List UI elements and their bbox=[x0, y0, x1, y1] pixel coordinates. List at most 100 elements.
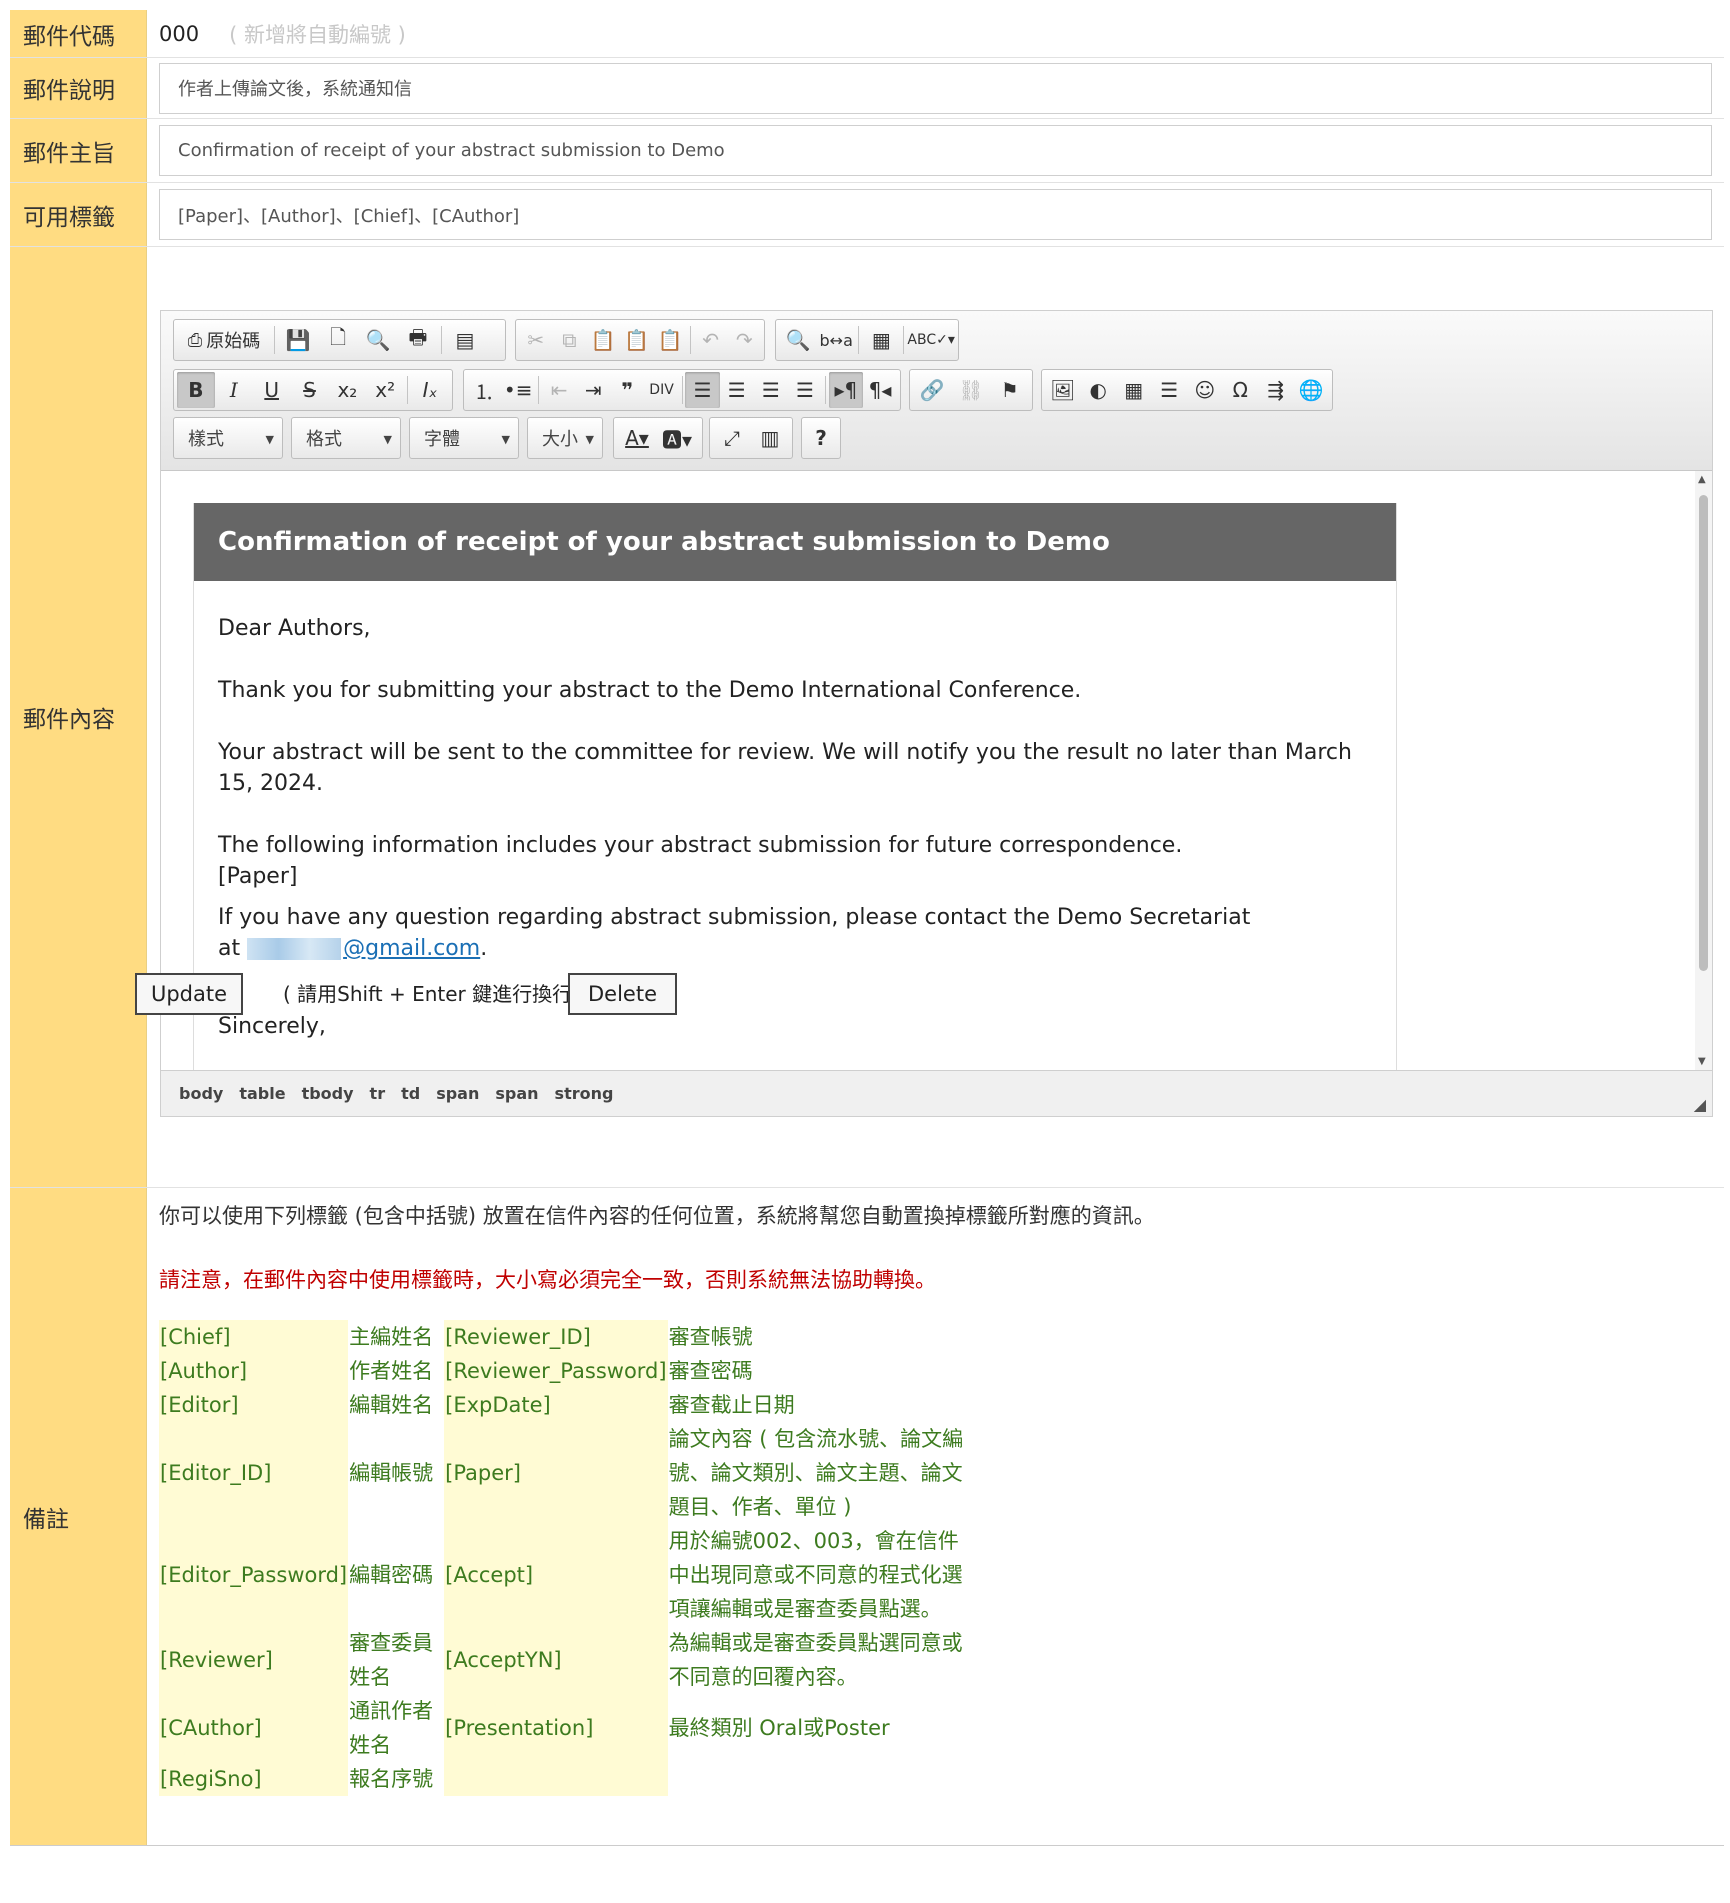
tag-key: [Editor_ID] bbox=[159, 1422, 349, 1524]
mail-subject-input[interactable]: Confirmation of receipt of your abstract… bbox=[159, 125, 1712, 176]
smiley-icon: ☺ bbox=[1194, 378, 1216, 402]
select-all-button[interactable]: ▦ bbox=[862, 322, 900, 358]
rtl-icon: ¶◂ bbox=[868, 378, 892, 402]
bulleted-list-button[interactable]: •≡ bbox=[501, 372, 535, 408]
superscript-button[interactable]: x² bbox=[366, 372, 404, 408]
scroll-up-icon[interactable]: ▲ bbox=[1698, 474, 1706, 485]
templates-button[interactable]: ▤ bbox=[445, 322, 485, 358]
image-button[interactable]: 🖼 bbox=[1045, 372, 1081, 408]
delete-button[interactable]: Delete bbox=[568, 973, 677, 1015]
indent-button[interactable]: ⇥ bbox=[576, 372, 610, 408]
undo-icon: ↶ bbox=[702, 328, 719, 352]
smiley-button[interactable]: ☺ bbox=[1187, 372, 1223, 408]
italic-button[interactable]: I bbox=[215, 372, 253, 408]
text-color-button[interactable]: A▾ bbox=[617, 420, 657, 456]
remove-format-button[interactable]: Iₓ bbox=[411, 372, 449, 408]
anchor-button[interactable]: ⚑ bbox=[990, 372, 1029, 408]
mail-greeting: Dear Authors, bbox=[218, 616, 371, 641]
create-div-button[interactable]: DIV bbox=[644, 372, 678, 408]
link-icon: 🔗 bbox=[919, 378, 945, 402]
chevron-down-icon: ▼ bbox=[501, 433, 510, 446]
editor-scrollbar[interactable]: ▲ ▼ bbox=[1695, 471, 1712, 1070]
secretariat-email-link[interactable]: @gmail.com bbox=[343, 936, 480, 961]
copy-button[interactable]: ⧉ bbox=[553, 322, 587, 358]
justify-button[interactable]: ☰ bbox=[788, 372, 822, 408]
redo-button[interactable]: ↷ bbox=[727, 322, 761, 358]
path-item-tbody[interactable]: tbody bbox=[302, 1084, 354, 1103]
rtl-button[interactable]: ¶◂ bbox=[863, 372, 897, 408]
bg-color-button[interactable]: 🅰▾ bbox=[657, 420, 697, 456]
scroll-down-icon[interactable]: ▼ bbox=[1698, 1056, 1706, 1067]
align-center-button[interactable]: ☰ bbox=[720, 372, 754, 408]
cut-button[interactable]: ✂ bbox=[519, 322, 553, 358]
tag-description: 編輯姓名 bbox=[349, 1393, 434, 1417]
strike-button[interactable]: S bbox=[291, 372, 329, 408]
select-all-icon: ▦ bbox=[871, 328, 891, 352]
size-dropdown[interactable]: 大小 ▼ bbox=[527, 417, 603, 459]
tag-description: 最終類別 Oral或Poster bbox=[668, 1716, 890, 1740]
source-button[interactable]: ⎙ 原始碼 bbox=[177, 322, 271, 358]
blockquote-button[interactable]: ❞ bbox=[610, 372, 644, 408]
path-item-table[interactable]: table bbox=[239, 1084, 285, 1103]
tag-row: [Editor_ID] 編輯帳號 [Paper] 論文內容 ( 包含流水號、論文編號、… bbox=[159, 1422, 966, 1524]
iframe-button[interactable]: 🌐 bbox=[1294, 372, 1330, 408]
print-button[interactable]: 🖶 bbox=[398, 322, 438, 358]
path-item-td[interactable]: td bbox=[401, 1084, 420, 1103]
maximize-button[interactable]: ⤢ bbox=[713, 420, 751, 456]
toolbar-group-links: 🔗 ⛓ ⚑ bbox=[909, 369, 1033, 411]
replace-button[interactable]: b↔a bbox=[817, 322, 855, 358]
resize-handle-icon[interactable]: ◢ bbox=[1694, 1095, 1706, 1114]
templates-icon: ▤ bbox=[455, 328, 475, 352]
numbered-list-icon: ⒈ bbox=[474, 379, 495, 404]
underline-button[interactable]: U bbox=[253, 372, 291, 408]
align-right-button[interactable]: ☰ bbox=[754, 372, 788, 408]
row-mail-description: 郵件說明 作者上傳論文後，系統通知信 bbox=[10, 58, 1724, 119]
path-item-span[interactable]: span bbox=[436, 1084, 479, 1103]
numbered-list-button[interactable]: ⒈ bbox=[467, 372, 501, 408]
show-blocks-button[interactable]: ▥ bbox=[751, 420, 789, 456]
save-button[interactable]: 💾 bbox=[278, 322, 318, 358]
outdent-button[interactable]: ⇤ bbox=[542, 372, 576, 408]
link-button[interactable]: 🔗 bbox=[913, 372, 952, 408]
align-right-icon: ☰ bbox=[761, 378, 780, 402]
show-blocks-icon: ▥ bbox=[760, 426, 780, 450]
update-button[interactable]: Update bbox=[135, 973, 243, 1015]
undo-button[interactable]: ↶ bbox=[694, 322, 728, 358]
font-dropdown[interactable]: 字體 ▼ bbox=[409, 417, 519, 459]
style-dropdown[interactable]: 樣式 ▼ bbox=[173, 417, 283, 459]
format-dropdown[interactable]: 格式 ▼ bbox=[291, 417, 401, 459]
paste-text-button[interactable]: 📋 bbox=[620, 322, 654, 358]
path-item-tr[interactable]: tr bbox=[370, 1084, 386, 1103]
page-break-button[interactable]: ⇶ bbox=[1258, 372, 1294, 408]
subscript-button[interactable]: x₂ bbox=[328, 372, 366, 408]
paste-word-button[interactable]: 📋 bbox=[653, 322, 687, 358]
tag-description: 審查委員姓名 bbox=[349, 1631, 434, 1689]
image-icon: 🖼 bbox=[1050, 378, 1076, 402]
spellcheck-button[interactable]: ABC✓▾ bbox=[907, 322, 955, 358]
align-left-button[interactable]: ☰ bbox=[685, 372, 720, 408]
new-page-button[interactable]: 🗋 bbox=[318, 322, 358, 358]
bold-button[interactable]: B bbox=[177, 372, 215, 408]
table-button[interactable]: ▦ bbox=[1116, 372, 1152, 408]
path-item-body[interactable]: body bbox=[179, 1084, 223, 1103]
unlink-button[interactable]: ⛓ bbox=[952, 372, 991, 408]
subscript-icon: x₂ bbox=[337, 378, 358, 402]
tag-key: [Author] bbox=[159, 1354, 349, 1388]
tag-key: [Reviewer] bbox=[159, 1626, 349, 1694]
horizontal-rule-button[interactable]: ☰ bbox=[1152, 372, 1188, 408]
scrollbar-thumb[interactable] bbox=[1699, 495, 1708, 971]
help-button[interactable]: ? bbox=[802, 420, 840, 456]
find-button[interactable]: 🔍 bbox=[779, 322, 817, 358]
ltr-icon: ▸¶ bbox=[834, 378, 858, 402]
paste-button[interactable]: 📋 bbox=[586, 322, 620, 358]
available-tags-label: 可用標籤 bbox=[10, 183, 147, 246]
special-char-button[interactable]: Ω bbox=[1223, 372, 1259, 408]
path-item-span[interactable]: span bbox=[495, 1084, 538, 1103]
mail-description-input[interactable]: 作者上傳論文後，系統通知信 bbox=[159, 62, 1712, 114]
tag-key: [Reviewer_ID] bbox=[444, 1320, 668, 1354]
flash-button[interactable]: ◐ bbox=[1081, 372, 1117, 408]
ltr-button[interactable]: ▸¶ bbox=[828, 372, 863, 408]
path-item-strong[interactable]: strong bbox=[555, 1084, 614, 1103]
available-tags-input[interactable]: [Paper]、[Author]、[Chief]、[CAuthor] bbox=[159, 189, 1712, 240]
preview-button[interactable]: 🔍 bbox=[358, 322, 398, 358]
